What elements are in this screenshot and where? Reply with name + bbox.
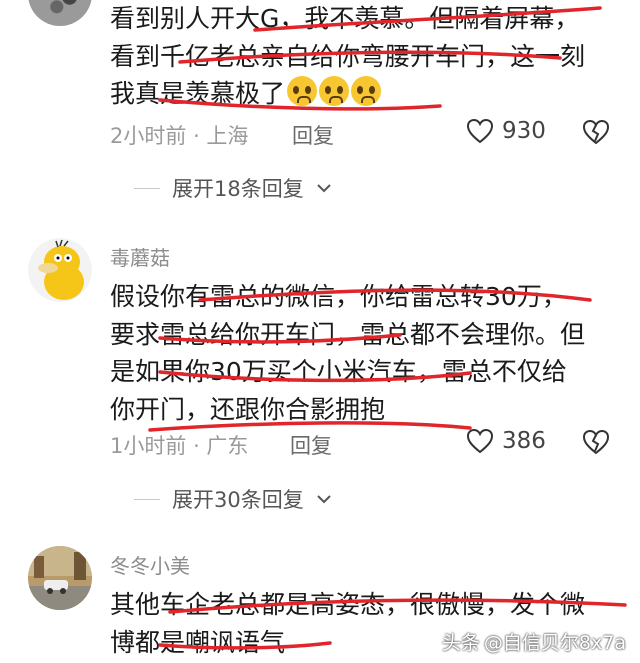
comment-text: 看到别人开大G，我不羡慕。但隔着屏幕， 看到千亿老总亲自给你弯腰开车门，这一刻 … bbox=[110, 0, 630, 113]
reply-button[interactable]: 回复 bbox=[290, 430, 332, 460]
pleading-face-emoji bbox=[319, 76, 350, 106]
expand-replies-button[interactable]: 展开18条回复 bbox=[134, 173, 332, 203]
comment-meta: 1小时前 · 广东 bbox=[110, 430, 248, 460]
like-button[interactable]: 930 bbox=[466, 118, 546, 144]
comment-line: 假设你有雷总的微信，你给雷总转30万， bbox=[110, 282, 567, 311]
username[interactable]: 冬冬小美 bbox=[110, 550, 190, 579]
pleading-face-emoji bbox=[287, 76, 318, 106]
avatar[interactable] bbox=[28, 546, 92, 610]
broken-heart-icon bbox=[582, 119, 610, 145]
comment-time: 2小时前 bbox=[110, 124, 187, 148]
dislike-button[interactable] bbox=[582, 119, 610, 149]
comment-line: 要求雷总给你开车门，雷总都不会理你。但 bbox=[110, 319, 586, 349]
comment-line: 看到别人开大G，我不羡慕。但隔着屏幕， bbox=[110, 4, 580, 33]
like-count: 386 bbox=[502, 428, 546, 454]
comment-line: 其他车企老总都是高姿态，很傲慢，发个微 bbox=[110, 590, 586, 619]
comment-line: 我真是羡慕极了 bbox=[110, 75, 630, 113]
chevron-down-icon bbox=[317, 495, 331, 504]
like-count: 930 bbox=[502, 118, 546, 144]
comment-line-text: 我真是羡慕极了 bbox=[110, 79, 286, 108]
comment-line: 你开门，还跟你合影拥抱 bbox=[110, 394, 386, 424]
divider-line bbox=[134, 498, 160, 500]
psyduck-avatar-image bbox=[28, 238, 92, 302]
comment-line: 看到千亿老总亲自给你弯腰开车门，这一刻 bbox=[110, 41, 586, 71]
username[interactable]: 毒蘑菇 bbox=[110, 242, 170, 271]
comment-line: 是如果你30万买个小米汽车，雷总不仅给 bbox=[110, 357, 567, 386]
meta-separator: · bbox=[193, 124, 207, 148]
broken-heart-icon bbox=[582, 429, 610, 455]
reply-button[interactable]: 回复 bbox=[292, 120, 334, 150]
expand-replies-button[interactable]: 展开30条回复 bbox=[134, 484, 332, 514]
dislike-button[interactable] bbox=[582, 429, 610, 459]
avatar[interactable] bbox=[28, 238, 92, 302]
comment-location: 广东 bbox=[206, 434, 249, 458]
pleading-face-emoji bbox=[351, 76, 382, 106]
divider-line bbox=[134, 187, 160, 189]
comment-text: 假设你有雷总的微信，你给雷总转30万， 要求雷总给你开车门，雷总都不会理你。但 … bbox=[110, 278, 630, 428]
watermark: 头条 @自信贝尔8x7a bbox=[442, 628, 626, 655]
expand-replies-label: 展开30条回复 bbox=[172, 488, 304, 512]
heart-outline-icon bbox=[466, 428, 494, 454]
watermark-platform: 头条 bbox=[441, 632, 480, 654]
comment-time: 1小时前 bbox=[110, 434, 187, 458]
comment-location: 上海 bbox=[206, 124, 249, 148]
expand-replies-label: 展开18条回复 bbox=[172, 177, 304, 201]
comment-meta: 2小时前 · 上海 bbox=[110, 120, 248, 150]
heart-outline-icon bbox=[466, 118, 494, 144]
chevron-down-icon bbox=[317, 184, 331, 193]
like-button[interactable]: 386 bbox=[466, 428, 546, 454]
meta-separator: · bbox=[193, 434, 207, 458]
watermark-account: @自信贝尔8x7a bbox=[483, 632, 626, 654]
street-photo-avatar-image bbox=[28, 546, 92, 610]
avatar[interactable] bbox=[28, 0, 92, 26]
